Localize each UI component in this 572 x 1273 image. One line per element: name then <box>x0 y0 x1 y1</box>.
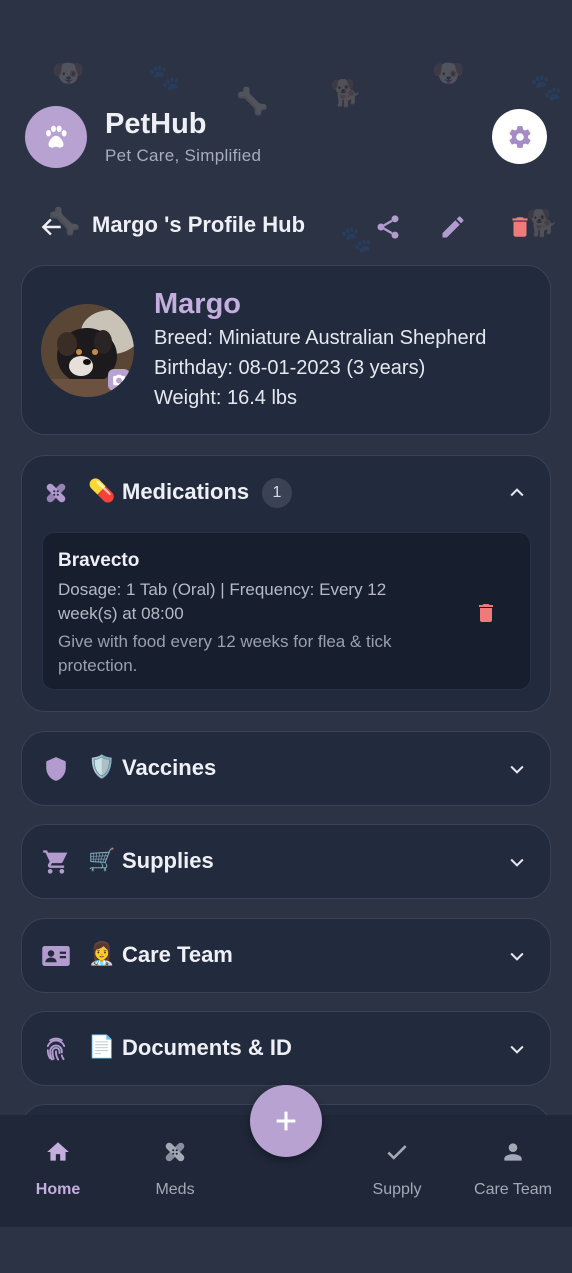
chevron-down-icon[interactable] <box>506 851 528 873</box>
fingerprint-icon <box>41 1034 71 1064</box>
camera-icon[interactable] <box>108 369 130 391</box>
pet-profile-card: Margo Breed: Miniature Australian Shephe… <box>21 265 551 435</box>
contact-card-icon <box>41 941 71 971</box>
background-dog-doodle: 🐶 <box>52 58 85 88</box>
pet-name: Margo <box>154 288 241 320</box>
check-icon <box>347 1135 447 1169</box>
background-paw-doodle: 🐾 <box>530 72 563 102</box>
plus-icon <box>276 1111 296 1131</box>
home-icon <box>8 1135 108 1169</box>
nav-care-team-label: Care Team <box>474 1181 552 1198</box>
vaccines-header[interactable]: 🛡️ Vaccines <box>22 732 550 805</box>
background-paw-doodle: 🐾 <box>148 62 181 92</box>
supplies-title: Supplies <box>122 848 214 873</box>
medications-header[interactable]: 💊 Medications 1 <box>22 456 550 529</box>
medication-dosage: Dosage: 1 Tab (Oral) | Frequency: Every … <box>58 580 387 623</box>
shield-icon <box>41 754 71 784</box>
document-emoji: 📄 <box>88 1034 116 1059</box>
shield-emoji: 🛡️ <box>88 754 116 779</box>
cart-emoji: 🛒 <box>88 847 116 872</box>
documents-header[interactable]: 📄 Documents & ID <box>22 1012 550 1085</box>
nav-supply[interactable]: Supply <box>347 1135 447 1205</box>
arrow-left-icon <box>41 218 61 236</box>
medications-count-badge: 1 <box>262 478 292 508</box>
pet-avatar[interactable] <box>41 304 134 397</box>
medication-name: Bravecto <box>58 550 140 571</box>
background-dog-doodle: 🐶 <box>432 58 465 88</box>
app-subtitle: Pet Care, Simplified <box>105 146 262 165</box>
chevron-down-icon[interactable] <box>506 945 528 967</box>
profile-hub-bar: Margo 's Profile Hub <box>25 200 547 252</box>
nav-home-label: Home <box>35 1181 81 1198</box>
documents-section[interactable]: 📄 Documents & ID <box>21 1011 551 1086</box>
delete-medication-button[interactable] <box>472 599 500 627</box>
trash-icon <box>479 604 493 622</box>
bandage-icon <box>125 1135 225 1169</box>
app-title: PetHub <box>105 108 207 140</box>
pet-birthday: Birthday: 08-01-2023 (3 years) <box>154 357 426 379</box>
settings-button[interactable] <box>492 109 547 164</box>
chevron-down-icon[interactable] <box>506 1038 528 1060</box>
edit-button[interactable] <box>436 210 470 244</box>
pet-breed: Breed: Miniature Australian Shepherd <box>154 327 487 349</box>
delete-pet-button[interactable] <box>503 210 537 244</box>
chevron-up-icon[interactable] <box>506 482 528 504</box>
share-button[interactable] <box>371 210 405 244</box>
supplies-header[interactable]: 🛒 Supplies <box>22 825 550 898</box>
health-worker-emoji: 👩‍⚕️ <box>88 941 116 966</box>
medications-title: Medications <box>122 479 250 504</box>
nav-care-team[interactable]: Care Team <box>463 1135 563 1205</box>
documents-title: Documents & ID <box>122 1035 292 1060</box>
nav-supply-label: Supply <box>372 1181 422 1198</box>
back-button[interactable] <box>37 212 67 242</box>
background-dog-doodle: 🐕 <box>330 78 363 108</box>
paw-logo-icon <box>25 106 87 168</box>
nav-home[interactable]: Home <box>8 1135 108 1205</box>
add-fab-button[interactable] <box>250 1085 322 1157</box>
nav-meds-label: Meds <box>155 1181 195 1198</box>
pill-emoji: 💊 <box>88 478 116 503</box>
medications-section: 💊 Medications 1 Bravecto Dosage: 1 Tab (… <box>21 455 551 712</box>
person-icon <box>463 1135 563 1169</box>
medication-item[interactable]: Bravecto Dosage: 1 Tab (Oral) | Frequenc… <box>42 532 531 690</box>
trash-icon <box>512 217 528 237</box>
pet-weight: Weight: 16.4 lbs <box>154 387 298 409</box>
vaccines-title: Vaccines <box>122 755 217 780</box>
care-team-header[interactable]: 👩‍⚕️ Care Team <box>22 919 550 992</box>
app-header: PetHub Pet Care, Simplified <box>25 106 547 168</box>
gear-icon <box>508 125 531 148</box>
chevron-down-icon[interactable] <box>506 758 528 780</box>
hub-title: Margo 's Profile Hub <box>92 212 306 237</box>
nav-meds[interactable]: Meds <box>125 1135 225 1205</box>
bandage-icon <box>41 478 71 508</box>
supplies-section[interactable]: 🛒 Supplies <box>21 824 551 899</box>
system-bottom-area <box>0 1227 572 1273</box>
vaccines-section[interactable]: 🛡️ Vaccines <box>21 731 551 806</box>
medication-note: Give with food every 12 weeks for flea &… <box>58 632 392 675</box>
cart-icon <box>41 847 71 877</box>
care-team-section[interactable]: 👩‍⚕️ Care Team <box>21 918 551 993</box>
care-team-title: Care Team <box>122 942 233 967</box>
share-icon <box>377 215 399 239</box>
pencil-icon <box>442 216 464 238</box>
